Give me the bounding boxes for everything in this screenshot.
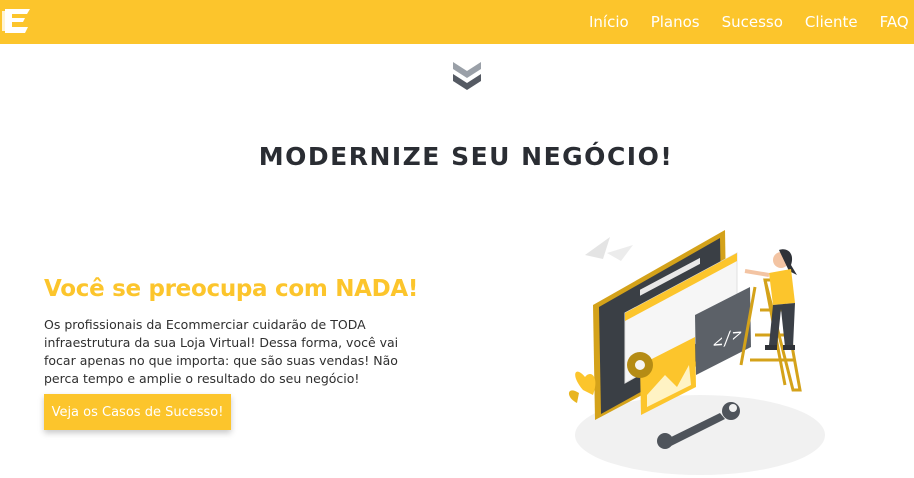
section-headline: MODERNIZE SEU NEGÓCIO! [258, 142, 674, 171]
nav-link-inicio[interactable]: Início [589, 13, 629, 31]
main-nav: Início Planos Sucesso Cliente FAQ [589, 0, 909, 44]
feature-paragraph: Os profissionais da Ecommerciar cuidarão… [44, 317, 399, 386]
nav-link-faq[interactable]: FAQ [880, 13, 909, 31]
nav-link-cliente[interactable]: Cliente [805, 13, 858, 31]
top-navbar: Início Planos Sucesso Cliente FAQ [0, 0, 914, 44]
success-cases-button[interactable]: Veja os Casos de Sucesso! [44, 394, 231, 430]
nav-link-planos[interactable]: Planos [651, 13, 700, 31]
double-chevron-down-icon[interactable] [452, 60, 482, 94]
ecommerciar-logo-icon[interactable] [2, 6, 32, 36]
nav-link-sucesso[interactable]: Sucesso [722, 13, 783, 31]
web-development-illustration: </> [568, 230, 825, 475]
feature-title: Você se preocupa com NADA! [44, 276, 419, 302]
